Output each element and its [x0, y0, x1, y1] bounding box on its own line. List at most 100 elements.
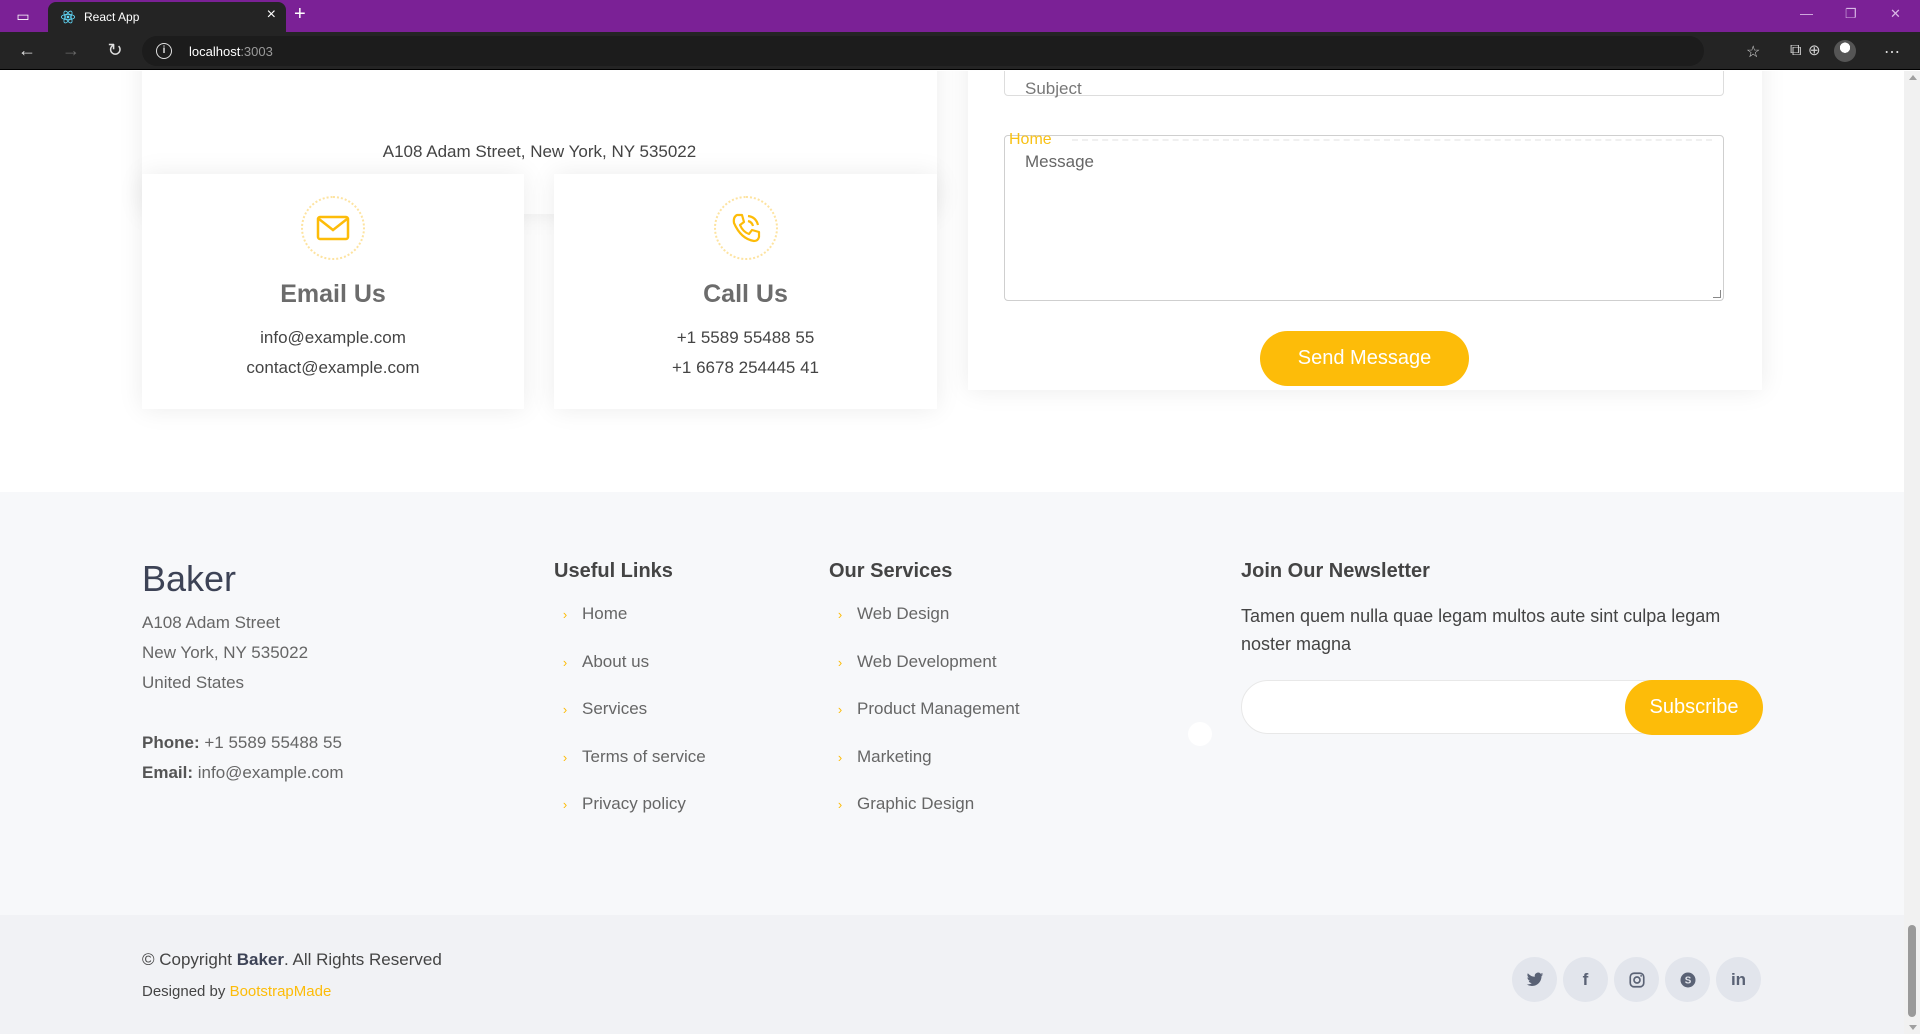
email-label: Email:	[142, 763, 194, 782]
footer-email: info@example.com	[197, 763, 344, 782]
footer-address: A108 Adam Street New York, NY 535022 Uni…	[142, 608, 308, 698]
close-window-icon[interactable]: ✕	[1890, 6, 1901, 22]
tab-title: React App	[84, 10, 140, 24]
page-scrollbar[interactable]	[1904, 71, 1920, 1034]
call-card: Call Us +1 5589 55488 55 +1 6678 254445 …	[554, 174, 937, 409]
send-message-button[interactable]: Send Message	[1260, 331, 1469, 386]
more-options-icon[interactable]: ⋯	[1884, 42, 1900, 62]
services-list: › Web Design › Web Development › Product Ma…	[833, 604, 1020, 842]
zoom-icon[interactable]: ⊕	[1808, 41, 1821, 59]
scroll-thumb[interactable]	[1908, 925, 1916, 1017]
chevron-right-icon: ›	[562, 749, 568, 765]
forward-icon[interactable]: →	[60, 40, 82, 61]
footer-contact: Phone: +1 5589 55488 55 Email: info@exam…	[142, 728, 344, 788]
copyright-suffix: . All Rights Reserved	[284, 950, 442, 969]
restore-icon[interactable]: ❐	[1845, 6, 1857, 22]
ghost-nav-dashes	[1072, 139, 1712, 141]
browser-tab-bar: ▭ React App × + — ❐ ✕	[0, 0, 1920, 32]
collections-icon[interactable]: ⧉	[1790, 42, 1801, 60]
instagram-icon[interactable]	[1614, 957, 1659, 1002]
footer-bottom: © Copyright Baker. All Rights Reserved D…	[0, 915, 1904, 1034]
subject-placeholder: Subject	[1025, 79, 1082, 98]
email-icon-wrap	[301, 196, 365, 260]
back-icon[interactable]: ←	[16, 40, 38, 61]
scroll-up-icon[interactable]	[1909, 75, 1917, 80]
linkedin-icon[interactable]: in	[1716, 957, 1761, 1002]
chevron-right-icon: ›	[837, 654, 843, 670]
phone-icon-wrap	[713, 196, 778, 260]
url-port: :3003	[240, 44, 273, 59]
footer-service-marketing[interactable]: › Marketing	[833, 747, 1020, 795]
address-line: United States	[142, 673, 245, 692]
useful-links-title: Useful Links	[554, 560, 673, 582]
address-text: A108 Adam Street, New York, NY 535022	[382, 142, 697, 161]
footer-phone: +1 5589 55488 55	[204, 733, 342, 752]
envelope-icon	[316, 215, 350, 241]
scroll-down-icon[interactable]	[1909, 1025, 1917, 1030]
email-line: contact@example.com	[246, 358, 420, 377]
footer-service-graphic-design[interactable]: › Graphic Design	[833, 794, 1020, 842]
site-info-icon[interactable]: i	[156, 43, 172, 59]
link-label: Services	[582, 699, 648, 718]
chevron-right-icon: ›	[837, 797, 843, 812]
url-field[interactable]: i localhost:3003 ⊕ ☆	[142, 36, 1854, 66]
url-host: localhost	[189, 44, 241, 59]
footer-link-privacy[interactable]: › Privacy policy	[558, 794, 706, 842]
profile-avatar[interactable]	[1834, 40, 1856, 62]
minimize-icon[interactable]: —	[1800, 6, 1813, 21]
skype-icon[interactable]: S	[1665, 957, 1710, 1002]
close-tab-icon[interactable]: ×	[267, 6, 276, 24]
footer-service-product-management[interactable]: › Product Management	[833, 699, 1020, 747]
subject-field[interactable]: Subject	[1004, 71, 1724, 98]
address-line: New York, NY 535022	[142, 643, 309, 662]
chevron-right-icon: ›	[562, 654, 568, 670]
newsletter-form: Subscribe	[1241, 680, 1763, 735]
email-card: Email Us info@example.com contact@exampl…	[142, 174, 524, 409]
copyright-prefix: © Copyright	[142, 950, 237, 969]
chevron-right-icon: ›	[562, 607, 568, 622]
copyright-brand: Baker	[236, 950, 284, 969]
footer-link-about[interactable]: › About us	[558, 652, 706, 700]
newsletter-title: Join Our Newsletter	[1241, 560, 1430, 582]
email-line: info@example.com	[260, 328, 406, 347]
chevron-right-icon: ›	[837, 607, 843, 622]
email-title: Email Us	[280, 280, 386, 308]
newsletter-text: Tamen quem nulla quae legam multos aute …	[1241, 606, 1721, 654]
newsletter-email-input[interactable]	[1262, 693, 1602, 723]
subscribe-button[interactable]: Subscribe	[1625, 680, 1763, 735]
message-field[interactable]: Message	[1004, 135, 1724, 301]
favorites-icon[interactable]: ☆	[1746, 42, 1760, 62]
new-tab-icon[interactable]: +	[294, 3, 306, 26]
link-label: Privacy policy	[582, 794, 686, 813]
link-label: Web Design	[857, 604, 950, 623]
designed-by-label: Designed by	[142, 983, 230, 1000]
useful-links-list: › Home › About us › Services › Terms of serv…	[558, 604, 706, 842]
floating-home-link[interactable]: Home	[1009, 131, 1052, 149]
link-label: Web Development	[857, 651, 997, 671]
facebook-icon[interactable]: f	[1563, 957, 1608, 1002]
tab-actions-icon[interactable]: ▭	[14, 7, 32, 25]
footer: Baker A108 Adam Street New York, NY 5350…	[0, 492, 1904, 915]
footer-link-services[interactable]: › Services	[558, 699, 706, 747]
resize-handle[interactable]	[1713, 290, 1721, 298]
chevron-right-icon: ›	[562, 797, 568, 812]
link-label: Product Management	[857, 699, 1020, 718]
address-bar: ← → ↻ i localhost:3003 ⊕ ☆ ☆ ⧉ ⋯	[0, 32, 1920, 70]
bootstrapmade-link[interactable]: BootstrapMade	[230, 983, 332, 1000]
footer-brand: Baker	[142, 558, 237, 599]
footer-link-home[interactable]: › Home	[558, 604, 706, 652]
cursor-indicator	[1188, 722, 1212, 746]
footer-service-web-design[interactable]: › Web Design	[833, 604, 1020, 652]
phone-line: +1 5589 55488 55	[676, 328, 815, 347]
our-services-title: Our Services	[829, 560, 953, 582]
footer-link-terms[interactable]: › Terms of service	[558, 747, 706, 795]
browser-tab-active[interactable]: React App ×	[48, 2, 286, 32]
call-title: Call Us	[703, 280, 788, 308]
chevron-right-icon: ›	[562, 702, 568, 717]
phone-label: Phone:	[142, 733, 200, 752]
link-label: Graphic Design	[857, 794, 975, 813]
social-links: f S in	[1512, 957, 1761, 1002]
refresh-icon[interactable]: ↻	[104, 40, 126, 61]
footer-service-web-development[interactable]: › Web Development	[833, 652, 1020, 700]
twitter-icon[interactable]	[1512, 957, 1557, 1002]
